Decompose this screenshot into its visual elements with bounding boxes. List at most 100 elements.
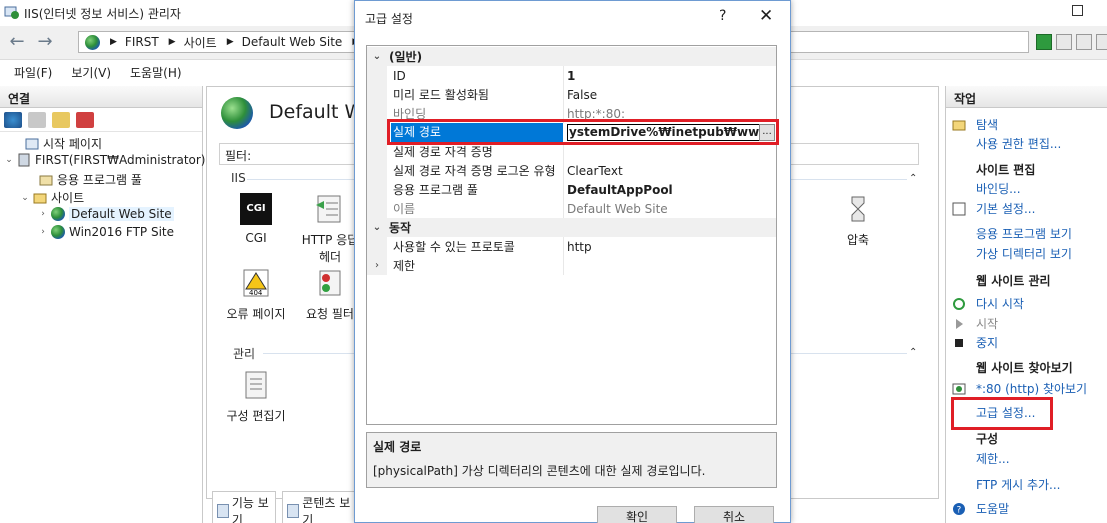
tree-server[interactable]: ⌄ FIRST(FIRST₩Administrator)	[4, 153, 205, 167]
chevron-right-icon[interactable]: ▶	[169, 37, 176, 47]
prop-row-limits[interactable]: › 제한	[367, 256, 776, 275]
breadcrumb-site[interactable]: Default Web Site	[242, 35, 343, 49]
property-description: 실제 경로 [physicalPath] 가상 디렉터리의 콘텐츠에 대한 실제…	[366, 432, 777, 488]
compression-icon	[842, 193, 874, 225]
chevron-down-icon[interactable]: ⌄	[4, 155, 14, 165]
section-manage-website: 웹 사이트 관리	[976, 274, 1051, 288]
prop-row-name[interactable]: 이름 Default Web Site	[367, 199, 776, 218]
section-browse-website: 웹 사이트 찾아보기	[976, 361, 1073, 375]
action-start: 시작	[946, 315, 998, 332]
maximize-icon[interactable]	[1072, 5, 1083, 16]
browse-icon	[952, 383, 966, 394]
feature-error-pages[interactable]: 404 오류 페이지	[221, 267, 291, 322]
http-headers-icon	[314, 193, 346, 225]
explore-folder-icon	[952, 120, 966, 130]
category-behavior[interactable]: ⌄ 동작	[367, 218, 776, 237]
actions-header: 작업	[946, 86, 1107, 108]
tab-content-view[interactable]: 콘텐츠 보기	[282, 491, 356, 523]
group-management: 관리	[233, 347, 256, 361]
sites-folder-icon	[33, 193, 47, 203]
site-globe-icon	[221, 97, 253, 129]
feature-compression[interactable]: 압축	[823, 193, 893, 248]
chevron-right-icon[interactable]: ›	[38, 209, 48, 219]
action-browse-80[interactable]: *:80 (http) 찾아보기	[946, 380, 1087, 397]
refresh-icon[interactable]	[1036, 34, 1052, 50]
globe-icon	[85, 34, 100, 50]
stop-icon	[955, 338, 963, 347]
toolbar-icons	[1036, 34, 1107, 50]
connections-toolbar	[0, 108, 202, 132]
prop-row-phys-cred-logon[interactable]: 실제 경로 자격 증명 로그온 유형 ClearText	[367, 161, 776, 180]
help-icon[interactable]	[1096, 34, 1107, 50]
collapse-icon[interactable]: ⌃	[909, 173, 917, 184]
server-icon	[18, 153, 30, 167]
menu-view[interactable]: 보기(V)	[71, 64, 111, 81]
basic-settings-icon	[952, 202, 966, 215]
action-stop[interactable]: 중지	[946, 334, 998, 351]
action-bindings[interactable]: 바인딩...	[946, 180, 1021, 197]
save-icon[interactable]	[28, 111, 46, 128]
forward-arrow-icon[interactable]: →	[34, 32, 56, 54]
back-arrow-icon[interactable]: ←	[6, 32, 28, 54]
collapse-icon[interactable]: ⌃	[909, 347, 917, 358]
connections-header: 연결	[0, 86, 202, 108]
tree-default-web-site[interactable]: › Default Web Site	[38, 207, 174, 221]
menu-file[interactable]: 파일(F)	[14, 64, 52, 81]
feature-cgi[interactable]: CGI CGI	[221, 193, 291, 245]
description-title: 실제 경로	[373, 440, 422, 454]
tree-app-pools[interactable]: 응용 프로그램 풀	[26, 171, 142, 188]
action-restart[interactable]: 다시 시작	[946, 295, 1024, 312]
menu-help[interactable]: 도움말(H)	[130, 64, 182, 81]
breadcrumb-sites[interactable]: 사이트	[184, 34, 217, 51]
action-view-applications[interactable]: 응용 프로그램 보기	[946, 225, 1072, 242]
help-icon[interactable]: ?	[719, 8, 726, 24]
action-basic-settings[interactable]: 기본 설정...	[946, 200, 1035, 217]
home-icon[interactable]	[1076, 34, 1092, 50]
action-view-virtual-dirs[interactable]: 가상 디렉터리 보기	[946, 245, 1072, 262]
chevron-right-icon[interactable]: ›	[367, 256, 387, 275]
page-title: Default W	[269, 101, 364, 123]
prop-row-protocols[interactable]: 사용할 수 있는 프로토콜 http	[367, 237, 776, 256]
chevron-right-icon[interactable]: ▶	[110, 37, 117, 47]
group-iis: IIS	[231, 171, 246, 185]
highlight-advanced-settings	[951, 397, 1053, 430]
prop-row-id[interactable]: ID 1	[367, 66, 776, 85]
ok-button[interactable]: 확인	[597, 506, 677, 523]
help-icon: ?	[953, 502, 965, 515]
cancel-button[interactable]: 취소	[694, 506, 774, 523]
advanced-settings-dialog: 고급 설정 ? ✕ ⌄ (일반) ID 1 미리 로드 활성화됨 False 바인딩…	[354, 0, 791, 523]
app-pool-icon	[39, 175, 53, 185]
chevron-right-icon[interactable]: ›	[38, 227, 48, 237]
tree-sites[interactable]: ⌄ 사이트	[20, 189, 84, 206]
breadcrumb-server[interactable]: FIRST	[125, 35, 159, 49]
disconnect-icon[interactable]	[76, 111, 94, 128]
tree-ftp-site[interactable]: › Win2016 FTP Site	[38, 225, 174, 239]
connections-pane: 연결 시작 페이지 ⌄ FIRST(FIRST₩Administrator) 응…	[0, 86, 205, 523]
connect-icon[interactable]	[4, 111, 22, 128]
category-general[interactable]: ⌄ (일반)	[367, 47, 776, 66]
tree-start-page[interactable]: 시작 페이지	[12, 135, 102, 152]
close-icon[interactable]: ✕	[759, 6, 773, 26]
action-help[interactable]: ? 도움말	[946, 500, 1009, 517]
content-view-icon	[287, 504, 300, 518]
svg-text:?: ?	[957, 505, 962, 515]
prop-row-app-pool[interactable]: 응용 프로그램 풀 DefaultAppPool	[367, 180, 776, 199]
cgi-icon: CGI	[240, 193, 272, 225]
stop-icon[interactable]	[1056, 34, 1072, 50]
chevron-down-icon[interactable]: ⌄	[20, 193, 30, 203]
config-editor-icon	[240, 369, 272, 401]
tab-features-view[interactable]: 기능 보기	[212, 491, 277, 523]
action-explore[interactable]: 탐색	[946, 116, 998, 133]
action-edit-permissions[interactable]: 사용 권한 편집...	[946, 135, 1061, 152]
prop-row-preload[interactable]: 미리 로드 활성화됨 False	[367, 85, 776, 104]
window-title: IIS(인터넷 정보 서비스) 관리자	[24, 7, 181, 21]
action-limits[interactable]: 제한...	[946, 450, 1010, 467]
feature-config-editor[interactable]: 구성 편집기	[221, 369, 291, 424]
section-edit-site: 사이트 편집	[976, 163, 1036, 177]
action-add-ftp[interactable]: FTP 게시 추가...	[946, 476, 1061, 493]
chevron-right-icon[interactable]: ▶	[227, 37, 234, 47]
filter-label: 필터:	[225, 149, 252, 163]
chevron-down-icon[interactable]: ⌄	[367, 218, 387, 237]
chevron-down-icon[interactable]: ⌄	[367, 47, 387, 66]
up-folder-icon[interactable]	[52, 111, 70, 128]
